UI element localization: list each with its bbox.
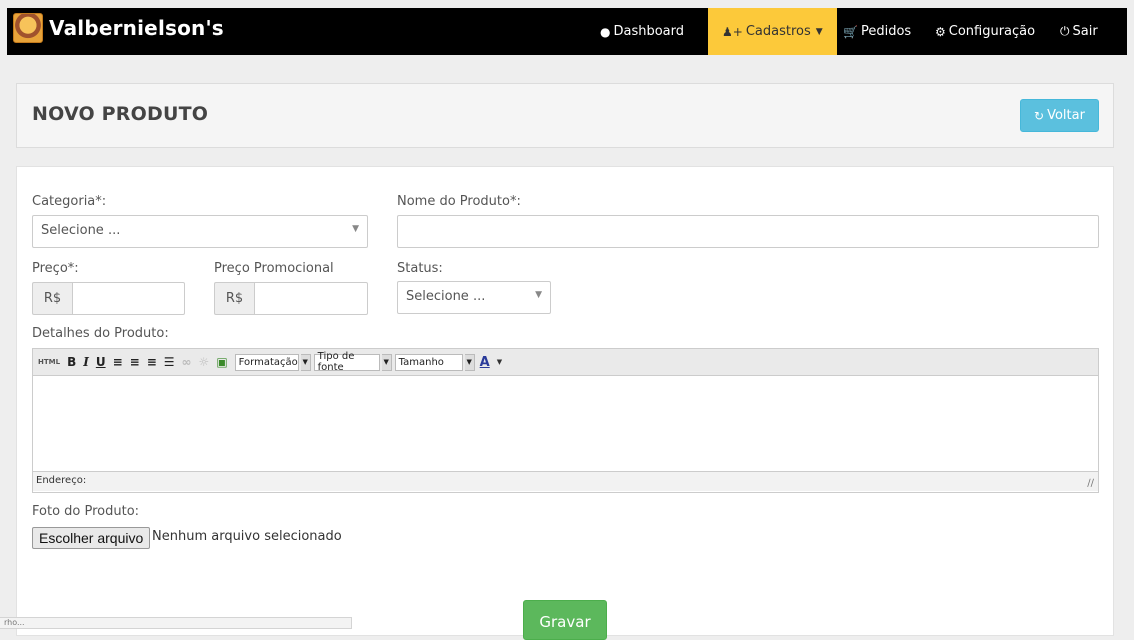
preco-input[interactable] [72, 282, 185, 315]
nav-configuracao[interactable]: ⚙ Configuração [935, 8, 1035, 55]
preco-currency-addon: R$ [32, 282, 72, 315]
preco-label: Preço*: [32, 261, 79, 276]
choose-file-button[interactable]: Escolher arquivo [32, 527, 151, 549]
align-justify-icon[interactable]: ☰ [164, 355, 175, 369]
editor-content-area[interactable] [33, 376, 1098, 471]
chevron-down-icon: ▼ [352, 224, 359, 234]
chevron-down-icon[interactable]: ▼ [497, 358, 502, 366]
chevron-down-icon: ▼ [535, 290, 542, 300]
status-select-value: Selecione ... [406, 289, 486, 304]
browser-status-bar: rho... [0, 617, 352, 629]
formatacao-dropdown[interactable]: Formatação [234, 353, 299, 371]
nav-pedidos[interactable]: 🛒 Pedidos [843, 8, 911, 55]
nome-input[interactable] [397, 215, 1099, 248]
brand-name: Valbernielson's [49, 16, 224, 40]
nav-pedidos-label: Pedidos [860, 24, 912, 39]
preco-input-group: R$ [32, 282, 185, 315]
product-form: Categoria*: Selecione ... ▼ Nome do Prod… [16, 166, 1114, 640]
rich-text-editor: HTML B I U ≡ ≡ ≡ ☰ ∞ ☼ ▣ Formatação ▼ Ti… [32, 348, 1099, 493]
nav-dashboard[interactable]: ● Dashboard [600, 8, 684, 55]
page-header: NOVO PRODUTO ↻ Voltar [16, 83, 1114, 148]
html-source-button[interactable]: HTML [38, 358, 60, 366]
chevron-down-icon[interactable]: ▼ [464, 353, 475, 371]
preco-promo-label: Preço Promocional [214, 261, 334, 276]
nav-sair[interactable]: ⏻ Sair [1060, 8, 1098, 55]
file-status-text: Nenhum arquivo selecionado [152, 529, 342, 544]
preco-promo-input[interactable] [254, 282, 368, 315]
editor-status-bar: Endereço: ∕∕ [33, 471, 1098, 491]
refresh-icon: ↻ [1034, 108, 1045, 123]
foto-label: Foto do Produto: [32, 504, 140, 519]
nav-cadastros[interactable]: ♟+ Cadastros ▼ [708, 8, 837, 55]
editor-path-label: Endereço: [36, 475, 87, 486]
submit-button[interactable]: Gravar [523, 600, 607, 640]
add-user-icon: ♟+ [722, 24, 743, 39]
nav-configuracao-label: Configuração [948, 24, 1036, 39]
gear-icon: ⚙ [935, 24, 946, 39]
nav-cadastros-label: Cadastros [745, 24, 811, 39]
categoria-select[interactable]: Selecione ... ▼ [32, 215, 368, 248]
link-icon[interactable]: ∞ [182, 355, 192, 369]
back-button[interactable]: ↻ Voltar [1020, 99, 1099, 132]
underline-button[interactable]: U [96, 355, 106, 369]
back-button-label: Voltar [1047, 108, 1085, 123]
align-center-icon[interactable]: ≡ [130, 355, 140, 369]
font-family-dropdown[interactable]: Tipo de fonte [313, 351, 380, 373]
editor-toolbar: HTML B I U ≡ ≡ ≡ ☰ ∞ ☼ ▣ Formatação ▼ Ti… [33, 349, 1098, 376]
font-color-button[interactable]: A [480, 355, 490, 370]
submit-button-label: Gravar [539, 613, 591, 631]
cart-icon: 🛒 [843, 24, 858, 39]
image-icon[interactable]: ▣ [216, 355, 227, 369]
chevron-down-icon[interactable]: ▼ [381, 353, 392, 371]
categoria-select-value: Selecione ... [41, 223, 121, 238]
resize-handle-icon[interactable]: ∕∕ [1087, 478, 1094, 489]
chevron-down-icon[interactable]: ▼ [300, 353, 311, 371]
align-left-icon[interactable]: ≡ [113, 355, 123, 369]
top-navbar: Valbernielson's ● Dashboard ♟+ Cadastros… [7, 8, 1127, 55]
preco-promo-input-group: R$ [214, 282, 368, 315]
detalhes-label: Detalhes do Produto: [32, 326, 169, 341]
nav-sair-label: Sair [1072, 24, 1098, 39]
nav-dashboard-label: Dashboard [613, 24, 685, 39]
page-title: NOVO PRODUTO [32, 103, 209, 125]
power-icon: ⏻ [1060, 24, 1070, 38]
font-size-dropdown[interactable]: Tamanho [394, 353, 463, 371]
align-right-icon[interactable]: ≡ [147, 355, 157, 369]
preco-promo-currency-addon: R$ [214, 282, 254, 315]
unlink-icon[interactable]: ☼ [199, 355, 210, 369]
italic-button[interactable]: I [83, 355, 89, 369]
brand[interactable]: Valbernielson's [13, 13, 224, 43]
nome-label: Nome do Produto*: [397, 194, 521, 209]
burger-logo-icon [13, 13, 43, 43]
bold-button[interactable]: B [67, 355, 76, 369]
dashboard-icon: ● [600, 24, 611, 39]
chevron-down-icon: ▼ [815, 26, 823, 37]
categoria-label: Categoria*: [32, 194, 107, 209]
status-select[interactable]: Selecione ... ▼ [397, 281, 551, 314]
status-label: Status: [397, 261, 443, 276]
